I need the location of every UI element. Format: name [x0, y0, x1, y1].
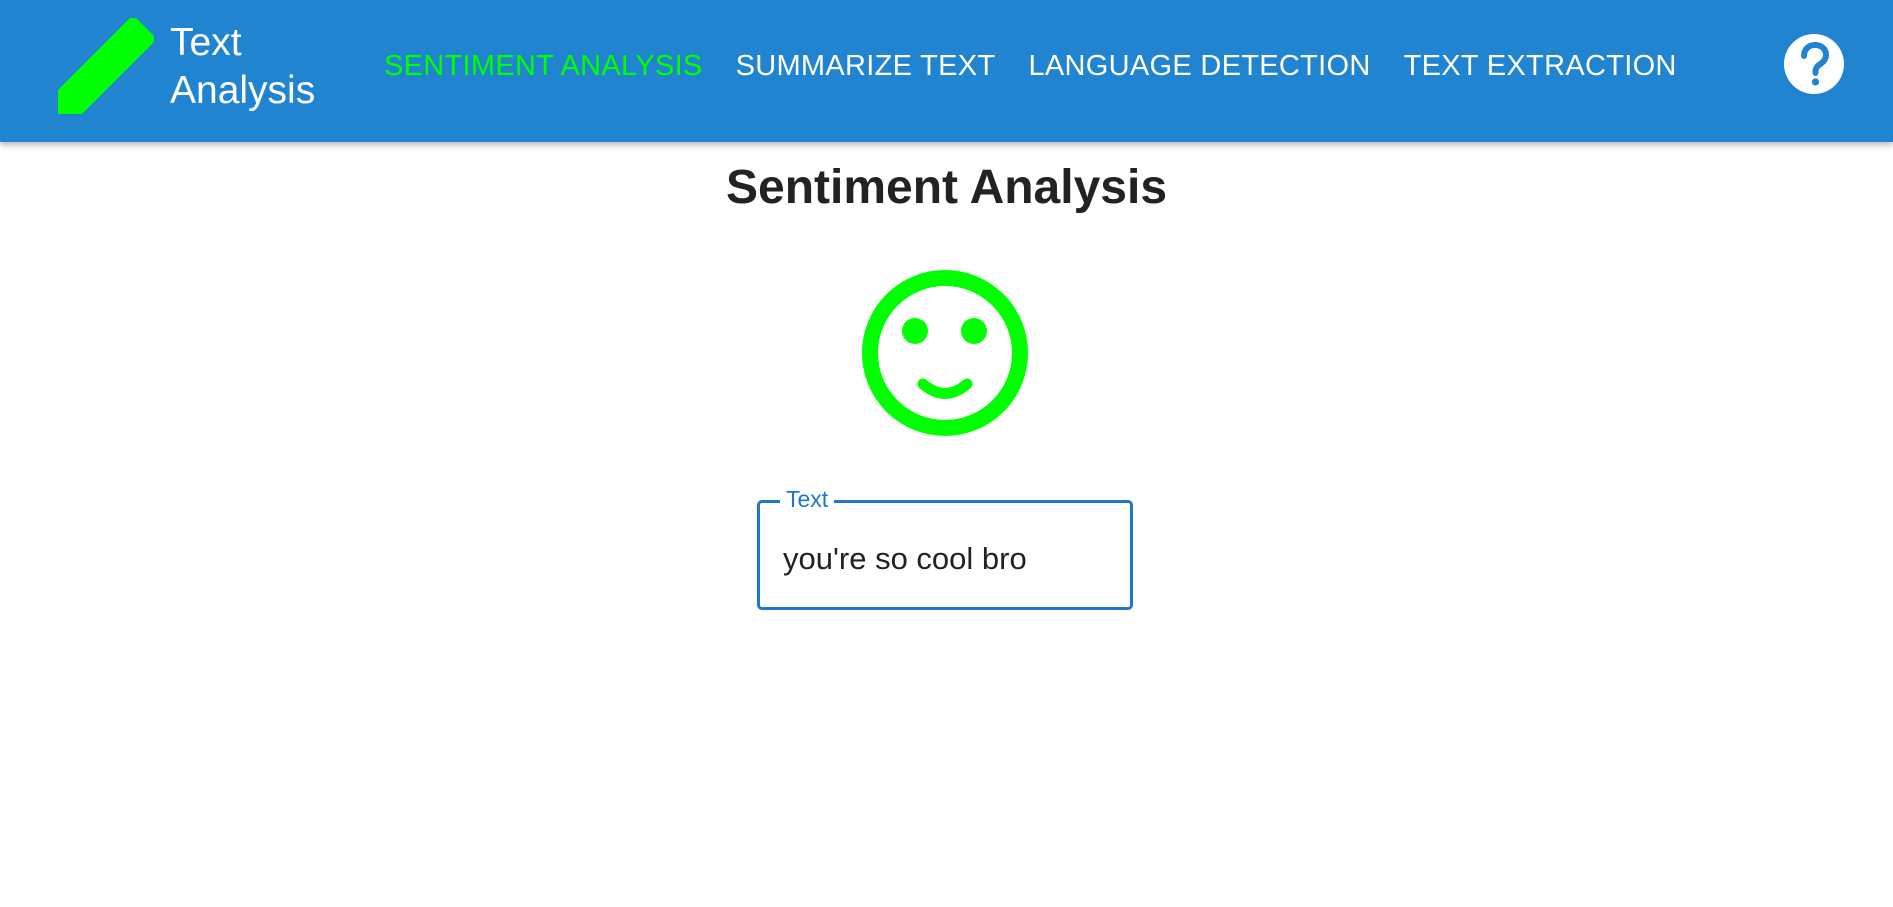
- pencil-icon: [58, 18, 154, 114]
- help-button[interactable]: [1784, 34, 1844, 94]
- text-field: Text: [757, 486, 1133, 610]
- text-input[interactable]: [783, 541, 1113, 577]
- text-field-label: Text: [780, 486, 835, 512]
- smiley-face-icon: [862, 270, 1028, 436]
- nav-item-language-detection[interactable]: LANGUAGE DETECTION: [1028, 50, 1370, 83]
- nav-item-sentiment-analysis[interactable]: SENTIMENT ANALYSIS: [384, 50, 703, 83]
- page-title: Sentiment Analysis: [725, 161, 1168, 214]
- brand: Text Analysis: [56, 12, 340, 122]
- brand-title-line1: Text: [170, 21, 242, 64]
- nav-item-text-extraction[interactable]: TEXT EXTRACTION: [1404, 50, 1677, 83]
- main-nav: SENTIMENT ANALYSIS SUMMARIZE TEXT LANGUA…: [384, 50, 1710, 83]
- help-circle-icon: [1784, 34, 1844, 94]
- nav-item-summarize-text[interactable]: SUMMARIZE TEXT: [736, 50, 996, 83]
- brand-title[interactable]: Text Analysis: [170, 19, 340, 115]
- main-content: Sentiment Analysis Text: [0, 142, 1893, 907]
- app-bar: Text Analysis SENTIMENT ANALYSIS SUMMARI…: [0, 0, 1893, 142]
- brand-title-line2: Analysis: [170, 69, 316, 112]
